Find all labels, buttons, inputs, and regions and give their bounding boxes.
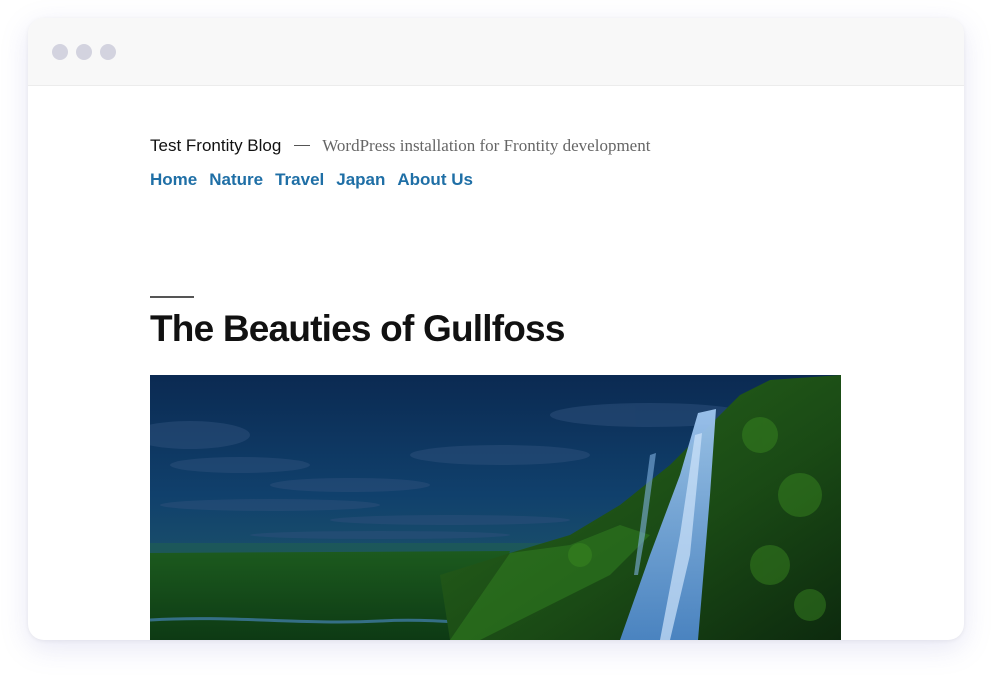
nav-japan[interactable]: Japan [336,170,385,190]
page-content: Test Frontity Blog WordPress installatio… [28,86,964,640]
nav-home[interactable]: Home [150,170,197,190]
nav-nature[interactable]: Nature [209,170,263,190]
site-description: WordPress installation for Frontity deve… [322,136,651,155]
browser-window: Test Frontity Blog WordPress installatio… [28,18,964,640]
nav-about-us[interactable]: About Us [397,170,473,190]
main-nav: Home Nature Travel Japan About Us [150,170,485,190]
site-title-link[interactable]: Test Frontity Blog [150,136,281,155]
window-maximize-dot[interactable] [100,44,116,60]
screenshot-stage: Test Frontity Blog WordPress installatio… [0,0,992,676]
nav-travel[interactable]: Travel [275,170,324,190]
featured-image[interactable] [150,375,841,640]
post-divider [150,296,194,298]
site-header: Test Frontity Blog WordPress installatio… [150,136,650,156]
window-close-dot[interactable] [52,44,68,60]
window-minimize-dot[interactable] [76,44,92,60]
window-titlebar [28,18,964,86]
waterfall-landscape-image [150,375,841,640]
title-separator [293,145,310,147]
post-title[interactable]: The Beauties of Gullfoss [150,308,565,350]
